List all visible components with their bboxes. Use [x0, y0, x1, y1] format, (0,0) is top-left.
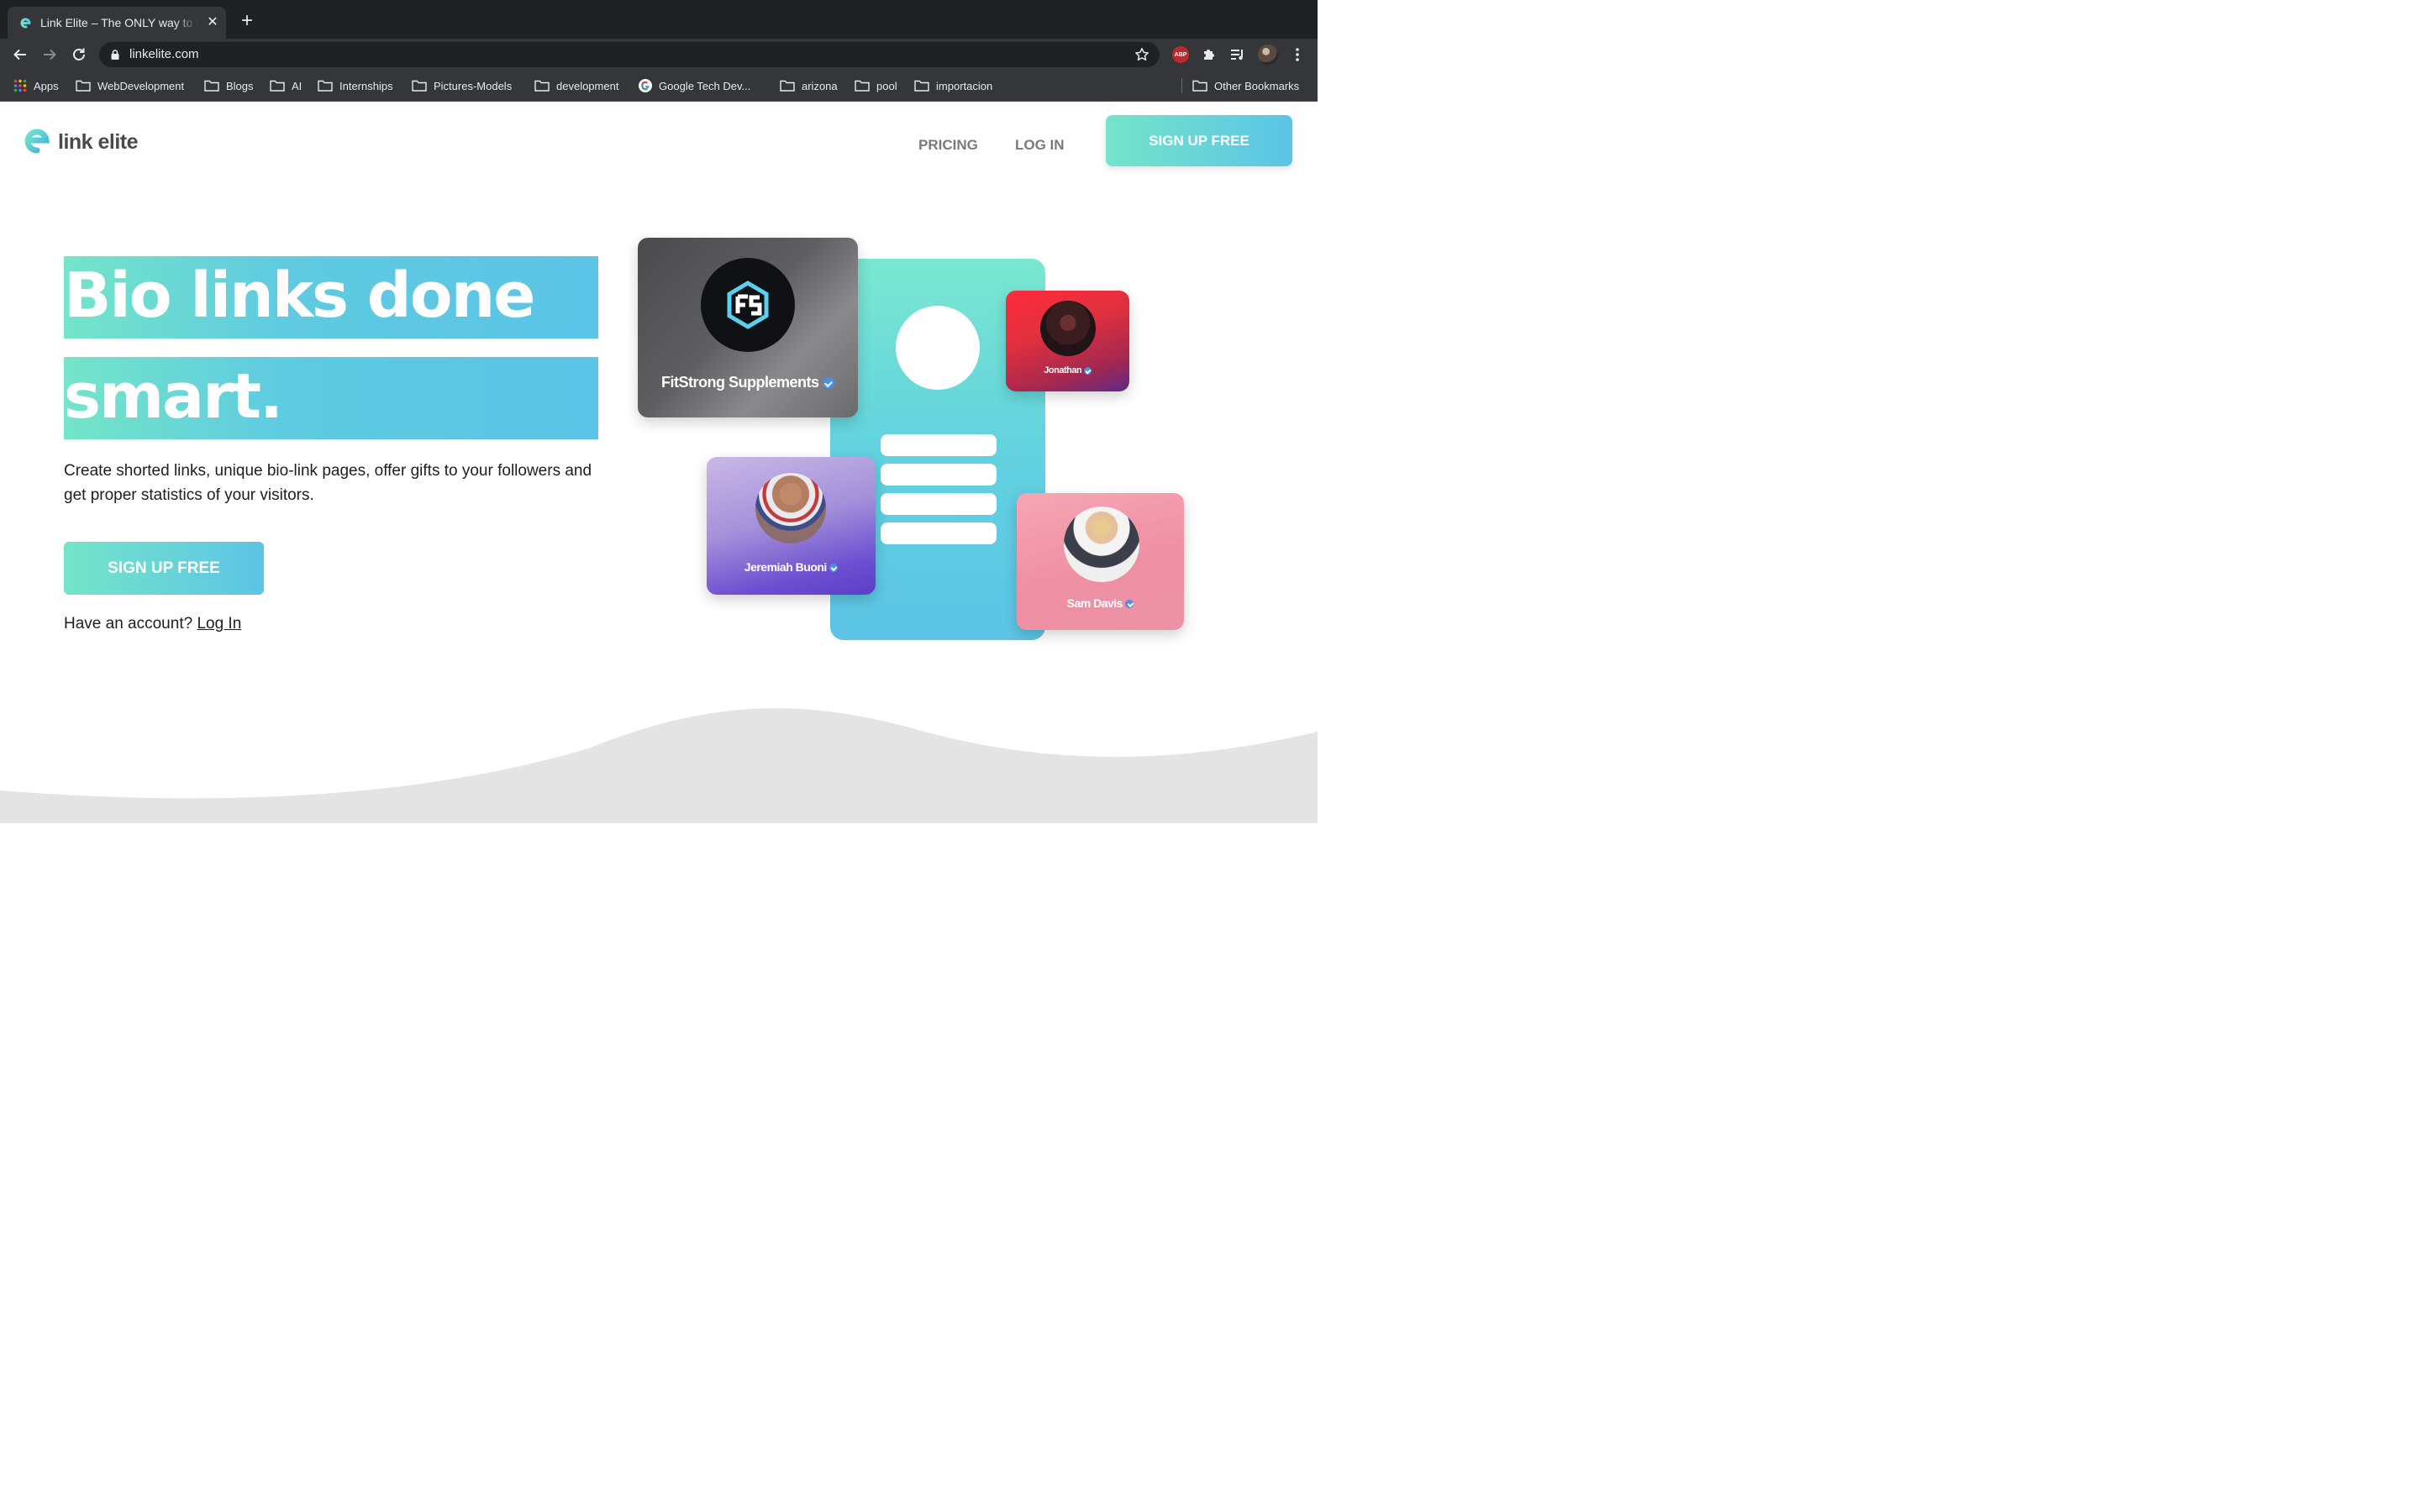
profile-avatar[interactable]	[1258, 45, 1278, 65]
bookmark-webdevelopment[interactable]: WebDevelopment	[76, 78, 184, 93]
bookmark-label: development	[556, 79, 619, 92]
profile-name: Jeremiah Buoni	[707, 560, 876, 574]
bookmark-other-bookmarks[interactable]: Other Bookmarks	[1192, 78, 1299, 93]
profile-photo	[755, 473, 826, 543]
verified-badge-icon	[829, 564, 839, 573]
profile-card-jeremiah: Jeremiah Buoni	[707, 457, 876, 595]
phone-link-button	[881, 522, 997, 544]
profile-card-jonathan: Jonathan	[1006, 291, 1129, 391]
browser-tab[interactable]: Link Elite – The ONLY way to link ✕	[8, 7, 226, 39]
profile-name: Sam Davis	[1017, 596, 1184, 610]
profile-photo	[1040, 301, 1096, 356]
profile-name: Jonathan	[1006, 365, 1129, 375]
phone-avatar-placeholder	[896, 306, 980, 390]
hero-headline-text: smart.	[64, 360, 283, 433]
extensions-puzzle-icon[interactable]	[1200, 45, 1218, 64]
folder-icon	[855, 80, 870, 92]
bookmark-label: Pictures-Models	[434, 79, 513, 92]
folder-icon	[204, 80, 219, 92]
bookmark-label: AI	[292, 79, 302, 92]
profile-name-text: Jeremiah Buoni	[744, 560, 828, 574]
hero-headline-line-1: Bio links done	[64, 256, 598, 339]
bookmarks-divider	[1181, 78, 1182, 93]
bookmark-development[interactable]: development	[534, 78, 618, 93]
account-prompt: Have an account? Log In	[64, 615, 241, 633]
nav-login-link[interactable]: LOG IN	[1015, 137, 1065, 154]
folder-icon	[76, 80, 91, 92]
bookmark-label: WebDevelopment	[97, 79, 185, 92]
bookmarks-bar: Apps WebDevelopment Blogs AI Internships…	[0, 71, 1318, 102]
profile-name-text: Sam Davis	[1066, 596, 1123, 610]
bottom-wave-decoration	[0, 708, 1318, 823]
fitstrong-logo-icon	[701, 258, 795, 352]
bookmark-label: pool	[876, 79, 897, 92]
login-link[interactable]: Log In	[197, 615, 241, 633]
apps-grid-icon	[13, 79, 27, 92]
bookmark-label: Google Tech Dev...	[659, 79, 751, 92]
profile-name: FitStrong Supplements	[638, 374, 858, 391]
profile-card-sam: Sam Davis	[1017, 493, 1184, 630]
bookmark-pool[interactable]: pool	[855, 78, 897, 93]
lock-icon[interactable]	[109, 49, 121, 60]
bookmark-pictures-models[interactable]: Pictures-Models	[412, 78, 512, 93]
profile-name-text: FitStrong Supplements	[660, 374, 819, 391]
bookmark-internships[interactable]: Internships	[318, 78, 393, 93]
bookmark-star-icon[interactable]	[1134, 47, 1150, 62]
profile-photo	[1064, 507, 1139, 582]
folder-icon	[412, 80, 427, 92]
adblock-plus-icon[interactable]: ABP	[1171, 45, 1190, 64]
link-elite-favicon-icon	[20, 18, 31, 29]
hero-headline-line-2: smart.	[64, 357, 598, 439]
bookmark-apps[interactable]: Apps	[13, 78, 59, 93]
link-elite-logo-icon	[24, 129, 50, 154]
folder-icon	[318, 80, 333, 92]
phone-link-button	[881, 493, 997, 515]
reload-icon[interactable]	[69, 45, 89, 65]
verified-badge-icon	[1125, 600, 1134, 609]
url-text: linkelite.com	[129, 47, 199, 61]
profile-name-text: Jonathan	[1044, 365, 1082, 375]
verified-badge-icon	[823, 377, 834, 390]
bookmark-label: arizona	[802, 79, 838, 92]
google-icon	[639, 79, 652, 92]
folder-icon	[1192, 80, 1207, 92]
header-signup-button[interactable]: SIGN UP FREE	[1106, 115, 1292, 166]
phone-link-button	[881, 434, 997, 456]
media-controls-icon[interactable]	[1228, 45, 1247, 64]
verified-badge-icon	[1083, 366, 1092, 375]
back-arrow-icon[interactable]	[10, 45, 30, 65]
bookmark-label: Blogs	[226, 79, 254, 92]
bookmark-label: Other Bookmarks	[1214, 79, 1300, 92]
hero-headline-text: Bio links done	[64, 260, 535, 332]
bookmark-label: importacion	[936, 79, 993, 92]
hero-signup-button[interactable]: SIGN UP FREE	[64, 542, 264, 595]
folder-icon	[270, 80, 285, 92]
more-menu-icon[interactable]	[1288, 45, 1307, 64]
browser-toolbar: linkelite.com ABP	[0, 39, 1318, 71]
bookmark-ai[interactable]: AI	[270, 78, 302, 93]
profile-card-fitstrong: FitStrong Supplements	[638, 238, 858, 417]
logo-text: link elite	[58, 130, 139, 154]
tab-title: Link Elite – The ONLY way to link	[40, 16, 198, 29]
bookmark-label: Internships	[339, 79, 393, 92]
nav-pricing-link[interactable]: PRICING	[918, 137, 978, 154]
forward-arrow-icon[interactable]	[39, 45, 60, 65]
folder-icon	[780, 80, 795, 92]
page-viewport: link elite PRICING LOG IN SIGN UP FREE B…	[0, 102, 1318, 823]
new-tab-icon[interactable]: +	[237, 11, 257, 32]
phone-link-button	[881, 464, 997, 486]
bookmark-label: Apps	[34, 79, 59, 92]
address-bar[interactable]: linkelite.com	[99, 42, 1160, 67]
bookmark-importacion[interactable]: importacion	[914, 78, 992, 93]
tab-strip: Link Elite – The ONLY way to link ✕ +	[0, 0, 1318, 39]
site-logo[interactable]: link elite	[23, 122, 140, 157]
account-prompt-text: Have an account?	[64, 615, 193, 633]
folder-icon	[914, 80, 929, 92]
folder-icon	[534, 80, 550, 92]
bookmark-google-tech-dev[interactable]: Google Tech Dev...	[639, 78, 750, 93]
bookmark-blogs[interactable]: Blogs	[204, 78, 254, 93]
hero-description: Create shorted links, unique bio-link pa…	[64, 462, 592, 504]
bookmark-arizona[interactable]: arizona	[780, 78, 838, 93]
close-tab-icon[interactable]: ✕	[205, 15, 220, 30]
